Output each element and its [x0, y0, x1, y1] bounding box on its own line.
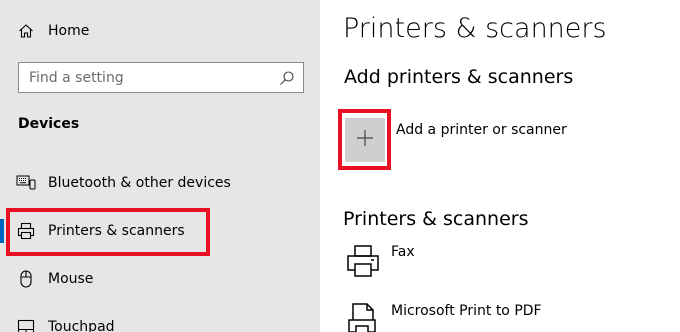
sidebar: Home Devices Bluetooth & other devices — [0, 0, 320, 332]
device-name[interactable]: Microsoft Print to PDF — [391, 303, 542, 319]
printers-list-title: Printers & scanners — [343, 208, 529, 230]
mouse-icon — [16, 269, 36, 289]
pdf-printer-icon[interactable] — [345, 302, 381, 332]
add-printer-label[interactable]: Add a printer or scanner — [396, 122, 567, 138]
search-input[interactable] — [19, 63, 303, 92]
add-printer-button[interactable] — [345, 118, 385, 162]
printer-icon — [16, 221, 36, 241]
section-title: Devices — [18, 116, 80, 132]
search-icon[interactable] — [279, 70, 295, 86]
sidebar-item-label: Home — [48, 23, 90, 39]
touchpad-icon — [16, 317, 36, 332]
home-icon — [16, 21, 36, 41]
page-title: Printers & scanners — [343, 13, 607, 44]
sidebar-item-bluetooth[interactable]: Bluetooth & other devices — [0, 163, 320, 203]
add-section-title: Add printers & scanners — [344, 66, 574, 88]
sidebar-item-label: Touchpad — [48, 319, 115, 332]
main-content — [320, 0, 680, 332]
sidebar-item-label: Printers & scanners — [48, 223, 185, 239]
sidebar-item-printers-scanners[interactable]: Printers & scanners — [0, 211, 320, 251]
sidebar-item-mouse[interactable]: Mouse — [0, 259, 320, 299]
sidebar-item-label: Mouse — [48, 271, 94, 287]
sidebar-item-touchpad[interactable]: Touchpad — [0, 307, 320, 332]
device-name[interactable]: Fax — [391, 244, 415, 260]
bluetooth-keyboard-icon — [16, 173, 36, 193]
search-box — [18, 62, 304, 93]
plus-icon — [356, 129, 374, 151]
sidebar-item-home[interactable]: Home — [0, 11, 320, 51]
fax-printer-icon[interactable] — [345, 243, 381, 279]
sidebar-item-label: Bluetooth & other devices — [48, 175, 231, 191]
